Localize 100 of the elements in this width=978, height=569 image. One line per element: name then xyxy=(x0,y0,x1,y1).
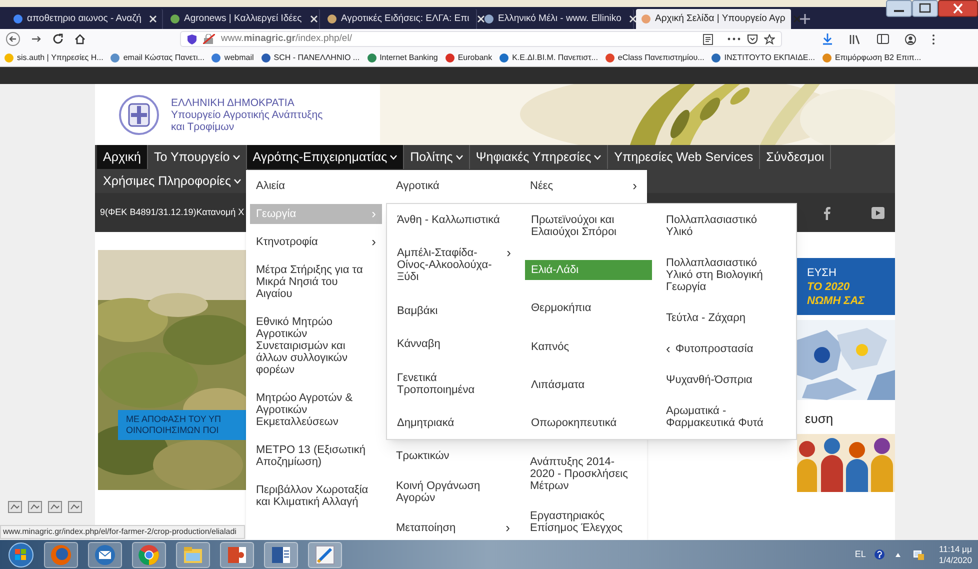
star-icon[interactable] xyxy=(764,34,775,44)
library-icon[interactable] xyxy=(849,34,861,44)
taskbar-app[interactable] xyxy=(308,542,342,568)
menu-item[interactable]: Ανάπτυξης 2014-2020 - Προσκλήσεις Μέτρων xyxy=(524,452,643,496)
facebook-icon[interactable] xyxy=(823,206,831,220)
menu-item[interactable]: Μητρώο Αγροτών & Αγροτικών Εκμεταλλεύσεων xyxy=(250,388,382,432)
language-indicator[interactable]: EL xyxy=(854,548,866,562)
network-icon[interactable] xyxy=(912,548,925,560)
menu-item-label[interactable]: Κάνναβη xyxy=(397,338,511,350)
lock-icon[interactable] xyxy=(203,34,215,44)
back-icon[interactable] xyxy=(6,32,20,46)
menu-item-label[interactable]: Αλιεία xyxy=(256,180,376,192)
reload-icon[interactable] xyxy=(52,33,64,45)
menu-item-label[interactable]: Περιβάλλον Χωροταξία και Κλιματική Αλλαγή xyxy=(256,484,376,508)
video-icon[interactable] xyxy=(871,206,885,220)
menu-item[interactable]: Κάνναβη xyxy=(391,334,517,354)
menu-item[interactable]: Μεταποίηση › xyxy=(390,518,516,538)
menu-item-label[interactable]: Αγροτικά xyxy=(396,180,510,192)
menu-item[interactable]: Εθνικό Μητρώο Αγροτικών Συνεταιρισμών και άλλων συλλογικών φορέων xyxy=(250,312,382,380)
menu-item[interactable]: Δημητριακά xyxy=(391,412,517,433)
reader-icon[interactable] xyxy=(703,34,713,44)
account-icon[interactable] xyxy=(905,34,916,44)
menu-item[interactable]: Αμπέλι-Σταφίδα-Οίνος-Αλκοολούχα-Ξύδι › xyxy=(391,243,517,288)
taskbar-app[interactable] xyxy=(264,542,298,568)
bookmark-link[interactable]: email Κώστας Πανετι... xyxy=(110,52,204,64)
menu-item[interactable]: Άνθη - Καλλωπιστικά xyxy=(391,210,517,230)
toolbar-icon[interactable] xyxy=(28,501,42,513)
menu-item[interactable]: Μέτρα Στήριξης για τα Μικρά Νησιά του Αιγαίου xyxy=(250,260,382,304)
menu-item[interactable]: Νέες › xyxy=(524,176,643,196)
menu-item[interactable]: Πρωτεϊνούχοι και Ελαιούχοι Σπόροι xyxy=(525,210,652,242)
menu-item-label[interactable]: ΜΕΤΡΟ 13 (Εξισωτική Αποζημίωση) xyxy=(256,444,376,468)
menu-item[interactable]: Ελιά-Λάδι xyxy=(525,260,652,280)
menu-item-label[interactable]: Εθνικό Μητρώο Αγροτικών Συνεταιρισμών και άλλων συλλογικών φορέων xyxy=(256,316,376,376)
minimize-icon[interactable] xyxy=(886,0,912,17)
shield-icon[interactable] xyxy=(187,34,197,44)
menu-item[interactable]: Λιπάσματα xyxy=(525,374,652,395)
menu-item-label[interactable]: Τεύτλα - Ζάχαρη xyxy=(666,312,786,324)
taskbar-app[interactable] xyxy=(44,542,78,568)
menu-item[interactable]: Αρωματικά - Φαρμακευτικά Φυτά xyxy=(660,401,792,433)
toolbar-icon[interactable] xyxy=(8,501,22,513)
menu-item[interactable]: ΜΕΤΡΟ 13 (Εξισωτική Αποζημίωση) xyxy=(250,440,382,472)
menu-item[interactable]: Αγροτικά xyxy=(390,176,516,196)
menu-item-label[interactable]: Δημητριακά xyxy=(397,416,511,429)
taskbar-app[interactable] xyxy=(88,542,122,568)
menu-item-label[interactable]: Εργαστηριακός Επίσημος Έλεγχος xyxy=(530,510,637,534)
menu-item-label[interactable]: Πολλαπλασιαστικό Υλικό στη Βιολογική Γεωργία xyxy=(666,257,786,293)
menu-item-label[interactable]: Φυτοπροστασία xyxy=(675,343,786,355)
menu-icon[interactable] xyxy=(932,34,935,44)
bookmark-link[interactable]: ΙΝΣΤΙΤΟΥΤΟ ΕΚΠΑΙΔΕ... xyxy=(711,52,815,64)
help-icon[interactable] xyxy=(874,549,885,560)
menu-item-label[interactable]: Αρωματικά - Φαρμακευτικά Φυτά xyxy=(666,405,786,429)
menu-item-label[interactable]: Μέτρα Στήριξης για τα Μικρά Νησιά του Αιγαίου xyxy=(256,264,376,300)
nav-item[interactable]: Αρχική xyxy=(97,145,148,169)
menu-item-label[interactable]: Λιπάσματα xyxy=(531,378,646,391)
menu-item-label[interactable]: Ψυχανθή-Όσπρια xyxy=(666,374,786,386)
taskbar-app[interactable] xyxy=(176,542,210,568)
start-button[interactable] xyxy=(8,542,34,568)
taskbar-app[interactable] xyxy=(132,542,166,568)
bookmark-link[interactable]: Eurobank xyxy=(444,52,492,64)
menu-item[interactable]: Πολλαπλασιαστικό Υλικό στη Βιολογική Γεωργία xyxy=(660,253,792,297)
menu-item[interactable]: Γενετικά Τροποποιημένα xyxy=(391,368,517,400)
bookmark-link[interactable]: sis.auth | Υπηρεσίες Η... xyxy=(4,52,104,64)
menu-item[interactable]: Τρωκτικών xyxy=(390,446,516,466)
taskbar-app[interactable] xyxy=(220,542,254,568)
menu-item[interactable]: ‹ Φυτοπροστασία xyxy=(660,339,792,359)
menu-item-label[interactable]: Πολλαπλασιαστικό Υλικό xyxy=(666,214,786,238)
menu-item[interactable]: Περιβάλλον Χωροταξία και Κλιματική Αλλαγή xyxy=(250,480,382,512)
menu-item-label[interactable]: Μητρώο Αγροτών & Αγροτικών Εκμεταλλεύσεων xyxy=(256,392,376,428)
menu-item-label[interactable]: Θερμοκήπια xyxy=(531,302,646,314)
more-icon[interactable] xyxy=(727,37,741,41)
maximize-icon[interactable] xyxy=(912,0,938,17)
menu-item-label[interactable]: Οπωροκηπευτικά xyxy=(531,416,646,429)
menu-item[interactable]: Ψυχανθή-Όσπρια xyxy=(660,370,792,390)
menu-item-label[interactable]: Μεταποίηση xyxy=(396,522,500,534)
toolbar-icon[interactable] xyxy=(48,501,62,513)
menu-item-label[interactable]: Πρωτεϊνούχοι και Ελαιούχοι Σπόροι xyxy=(531,214,646,238)
menu-item[interactable]: Κτηνοτροφία › xyxy=(250,232,382,252)
menu-item-label[interactable]: Ανάπτυξης 2014-2020 - Προσκλήσεις Μέτρων xyxy=(530,456,637,492)
pocket-icon[interactable] xyxy=(747,34,758,44)
menu-item-label[interactable]: Αμπέλι-Σταφίδα-Οίνος-Αλκοολούχα-Ξύδι xyxy=(397,247,501,284)
menu-item-label[interactable]: Άνθη - Καλλωπιστικά xyxy=(397,214,511,226)
nav-item[interactable]: Αγρότης-Επιχειρηματίας xyxy=(246,145,404,169)
address-bar[interactable]: www.minagric.gr/index.php/el/ xyxy=(180,31,782,47)
bookmark-link[interactable]: Επιμόρφωση Β2 Επιπ... xyxy=(822,52,922,64)
close-icon[interactable] xyxy=(938,0,978,17)
menu-item-label[interactable]: Ελιά-Λάδι xyxy=(531,264,646,276)
menu-item[interactable]: Βαμβάκι xyxy=(391,300,517,321)
bookmark-link[interactable]: Κ.Ε.ΔΙ.ΒΙ.Μ. Πανεπιστ... xyxy=(499,52,598,64)
bookmark-link[interactable]: SCH - ΠΑΝΕΛΛΗΝΙΟ ... xyxy=(260,52,360,64)
menu-item[interactable]: Θερμοκήπια xyxy=(525,298,652,318)
menu-item-label[interactable]: Νέες xyxy=(530,180,627,192)
clock-date[interactable]: 1/4/2020 xyxy=(938,554,972,566)
download-icon[interactable] xyxy=(822,33,833,45)
bookmark-link[interactable]: webmail xyxy=(211,52,254,64)
menu-item-label[interactable]: Τρωκτικών xyxy=(396,450,510,462)
sidebar-icon[interactable] xyxy=(877,34,889,44)
menu-item-label[interactable]: Καπνός xyxy=(531,340,646,353)
menu-item[interactable]: Αλιεία xyxy=(250,176,382,196)
bookmark-link[interactable]: eClass Πανεπιστημίου... xyxy=(604,52,704,64)
menu-item[interactable]: Καπνός xyxy=(525,336,652,357)
